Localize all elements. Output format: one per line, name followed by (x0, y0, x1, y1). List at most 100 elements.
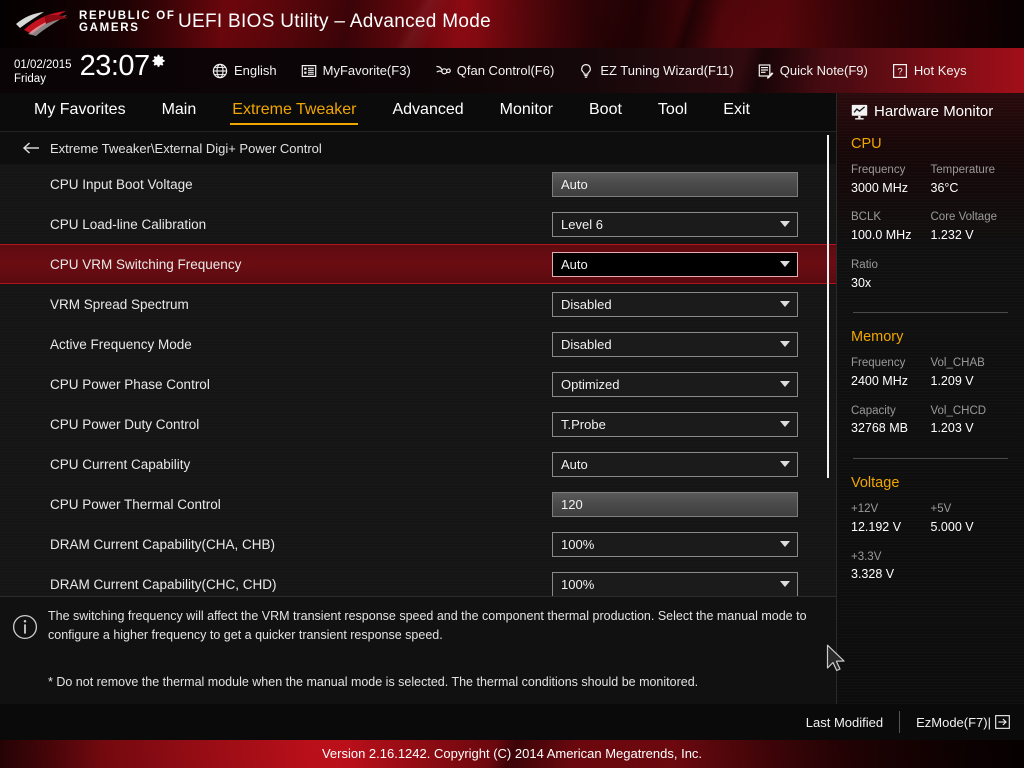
gear-icon[interactable] (151, 54, 166, 69)
hw-section-heading: CPU (851, 136, 882, 152)
hardware-monitor-panel: Hardware Monitor CPU Frequency 3000 MHz … (836, 93, 1024, 704)
hw-value: 12.192 V (851, 519, 902, 534)
last-modified-button[interactable]: Last Modified (806, 715, 899, 730)
setting-value: Auto (561, 456, 588, 472)
setting-row-dram-current-capability-cha-chb[interactable]: DRAM Current Capability(CHA, CHB) 100% (0, 524, 836, 564)
setting-row-cpu-power-phase-control[interactable]: CPU Power Phase Control Optimized (0, 364, 836, 404)
setting-label: CPU Current Capability (50, 456, 191, 472)
breadcrumb-path: Extreme Tweaker\External Digi+ Power Con… (50, 140, 322, 156)
toolbar-item-label: English (234, 63, 277, 78)
setting-dropdown[interactable]: Auto (552, 451, 798, 477)
tab-main[interactable]: Main (162, 100, 197, 123)
arrow-right-box-icon (995, 715, 1010, 729)
toolbar-item-label: Quick Note(F9) (779, 63, 868, 78)
hw-value: 3.328 V (851, 567, 895, 582)
tab-advanced[interactable]: Advanced (392, 100, 463, 123)
ez-mode-button[interactable]: EzMode(F7)| (900, 715, 1010, 730)
hw-value: 30x (851, 275, 872, 290)
setting-label: CPU Power Thermal Control (50, 496, 221, 512)
tab-boot[interactable]: Boot (589, 100, 622, 123)
fan-icon (436, 65, 451, 74)
setting-label: Active Frequency Mode (50, 336, 192, 352)
rog-eye-logo-icon (16, 11, 68, 36)
breadcrumb: Extreme Tweaker\External Digi+ Power Con… (0, 132, 836, 164)
top-toolbar: 01/02/2015 Friday 23:07 English MyFavori… (0, 48, 1024, 93)
toolbar-item-hot-keys[interactable]: ? Hot Keys (892, 63, 981, 79)
toolbar-item-qfan-control[interactable]: Qfan Control(F6) (435, 63, 569, 79)
chevron-down-icon (780, 341, 790, 347)
current-day: Friday (14, 73, 46, 86)
toolbar-item-myfavorite[interactable]: MyFavorite(F3) (301, 63, 425, 79)
help-note: * Do not remove the thermal module when … (48, 675, 699, 689)
hw-value: 5.000 V (930, 519, 974, 534)
lightbulb-icon (581, 63, 592, 78)
setting-dropdown[interactable]: Optimized (552, 371, 798, 397)
setting-row-cpu-power-duty-control[interactable]: CPU Power Duty Control T.Probe (0, 404, 836, 444)
tab-exit[interactable]: Exit (723, 100, 750, 123)
hw-value: 32768 MB (851, 421, 908, 436)
setting-label: VRM Spread Spectrum (50, 296, 189, 312)
hw-key: Vol_CHAB (930, 357, 985, 370)
setting-dropdown[interactable]: 100% (552, 571, 798, 596)
hw-value: 1.232 V (930, 228, 974, 243)
setting-row-cpu-vrm-switching-frequency[interactable]: CPU VRM Switching Frequency Auto (0, 244, 836, 284)
toolbar-item-label: EZ Tuning Wizard(F11) (600, 63, 734, 78)
setting-row-vrm-spread-spectrum[interactable]: VRM Spread Spectrum Disabled (0, 284, 836, 324)
toolbar-item-label: Hot Keys (913, 63, 967, 78)
toolbar-item-quick-note[interactable]: Quick Note(F9) (758, 63, 882, 79)
setting-row-dram-current-capability-chc-chd[interactable]: DRAM Current Capability(CHC, CHD) 100% (0, 564, 836, 596)
setting-row-cpu-power-thermal-control[interactable]: CPU Power Thermal Control 120 (0, 484, 836, 524)
setting-dropdown[interactable]: 100% (552, 531, 798, 557)
setting-value: Auto (561, 256, 588, 272)
rog-logo: REPUBLIC OF GAMERS (14, 8, 176, 38)
hw-section-heading: Memory (851, 329, 904, 346)
chevron-down-icon (780, 581, 790, 587)
toolbar-item-ez-tuning-wizard[interactable]: EZ Tuning Wizard(F11) (578, 63, 747, 79)
tab-tool[interactable]: Tool (658, 100, 687, 123)
setting-row-active-frequency-mode[interactable]: Active Frequency Mode Disabled (0, 324, 836, 364)
hw-key: +5V (930, 503, 952, 516)
tab-monitor[interactable]: Monitor (500, 100, 553, 123)
hw-section-cpu: CPU Frequency 3000 MHz BCLK 100.0 MHz Ra… (837, 136, 1024, 314)
setting-dropdown[interactable]: Level 6 (552, 211, 798, 237)
footer-version-bar: Version 2.16.1242. Copyright (C) 2014 Am… (0, 740, 1024, 768)
setting-label: CPU VRM Switching Frequency (50, 256, 242, 272)
list-document-icon (301, 64, 316, 77)
hw-key: Frequency (851, 164, 906, 176)
setting-value: 100% (561, 576, 595, 592)
info-circle-icon (12, 614, 38, 640)
hardware-monitor-header: Hardware Monitor (837, 93, 1024, 120)
setting-row-cpu-input-boot-voltage[interactable]: CPU Input Boot Voltage Auto (0, 164, 836, 204)
arrow-left-icon[interactable] (22, 141, 40, 155)
setting-dropdown[interactable]: Disabled (552, 291, 798, 317)
setting-label: CPU Power Phase Control (50, 376, 210, 392)
setting-dropdown[interactable]: Disabled (552, 331, 798, 357)
hw-key: Temperature (930, 164, 996, 176)
setting-dropdown[interactable]: Auto (552, 251, 798, 277)
settings-list[interactable]: CPU Input Boot Voltage Auto CPU Load-lin… (0, 164, 836, 596)
hw-key: Core Voltage (930, 211, 998, 224)
tab-my-favorites[interactable]: My Favorites (34, 100, 126, 123)
setting-value-field[interactable]: Auto (552, 171, 798, 197)
setting-row-cpu-load-line-calibration[interactable]: CPU Load-line Calibration Level 6 (0, 204, 836, 244)
toolbar-item-language[interactable]: English (212, 63, 291, 79)
setting-row-cpu-current-capability[interactable]: CPU Current Capability Auto (0, 444, 836, 484)
setting-dropdown[interactable]: T.Probe (552, 411, 798, 437)
tab-extreme-tweaker[interactable]: Extreme Tweaker (230, 100, 359, 125)
hw-key: Capacity (851, 404, 896, 417)
chevron-down-icon (780, 421, 790, 427)
page-title: UEFI BIOS Utility – Advanced Mode (178, 11, 491, 32)
hw-section-heading: Voltage (851, 475, 900, 492)
version-text: Version 2.16.1242. Copyright (C) 2014 Am… (321, 746, 703, 761)
hw-key: +3.3V (851, 550, 882, 563)
setting-value: Level 6 (561, 216, 603, 232)
hw-value: 36°C (930, 180, 959, 195)
main-nav-tabs: My Favorites Main Extreme Tweaker Advanc… (0, 93, 836, 132)
setting-value-field[interactable]: 120 (552, 491, 798, 517)
chevron-down-icon (780, 381, 790, 387)
setting-value: Optimized (561, 376, 620, 392)
setting-value: T.Probe (561, 416, 606, 432)
settings-scrollbar[interactable] (827, 135, 829, 478)
title-bar: REPUBLIC OF GAMERS UEFI BIOS Utility – A… (0, 0, 1024, 48)
setting-value: Disabled (561, 336, 612, 352)
